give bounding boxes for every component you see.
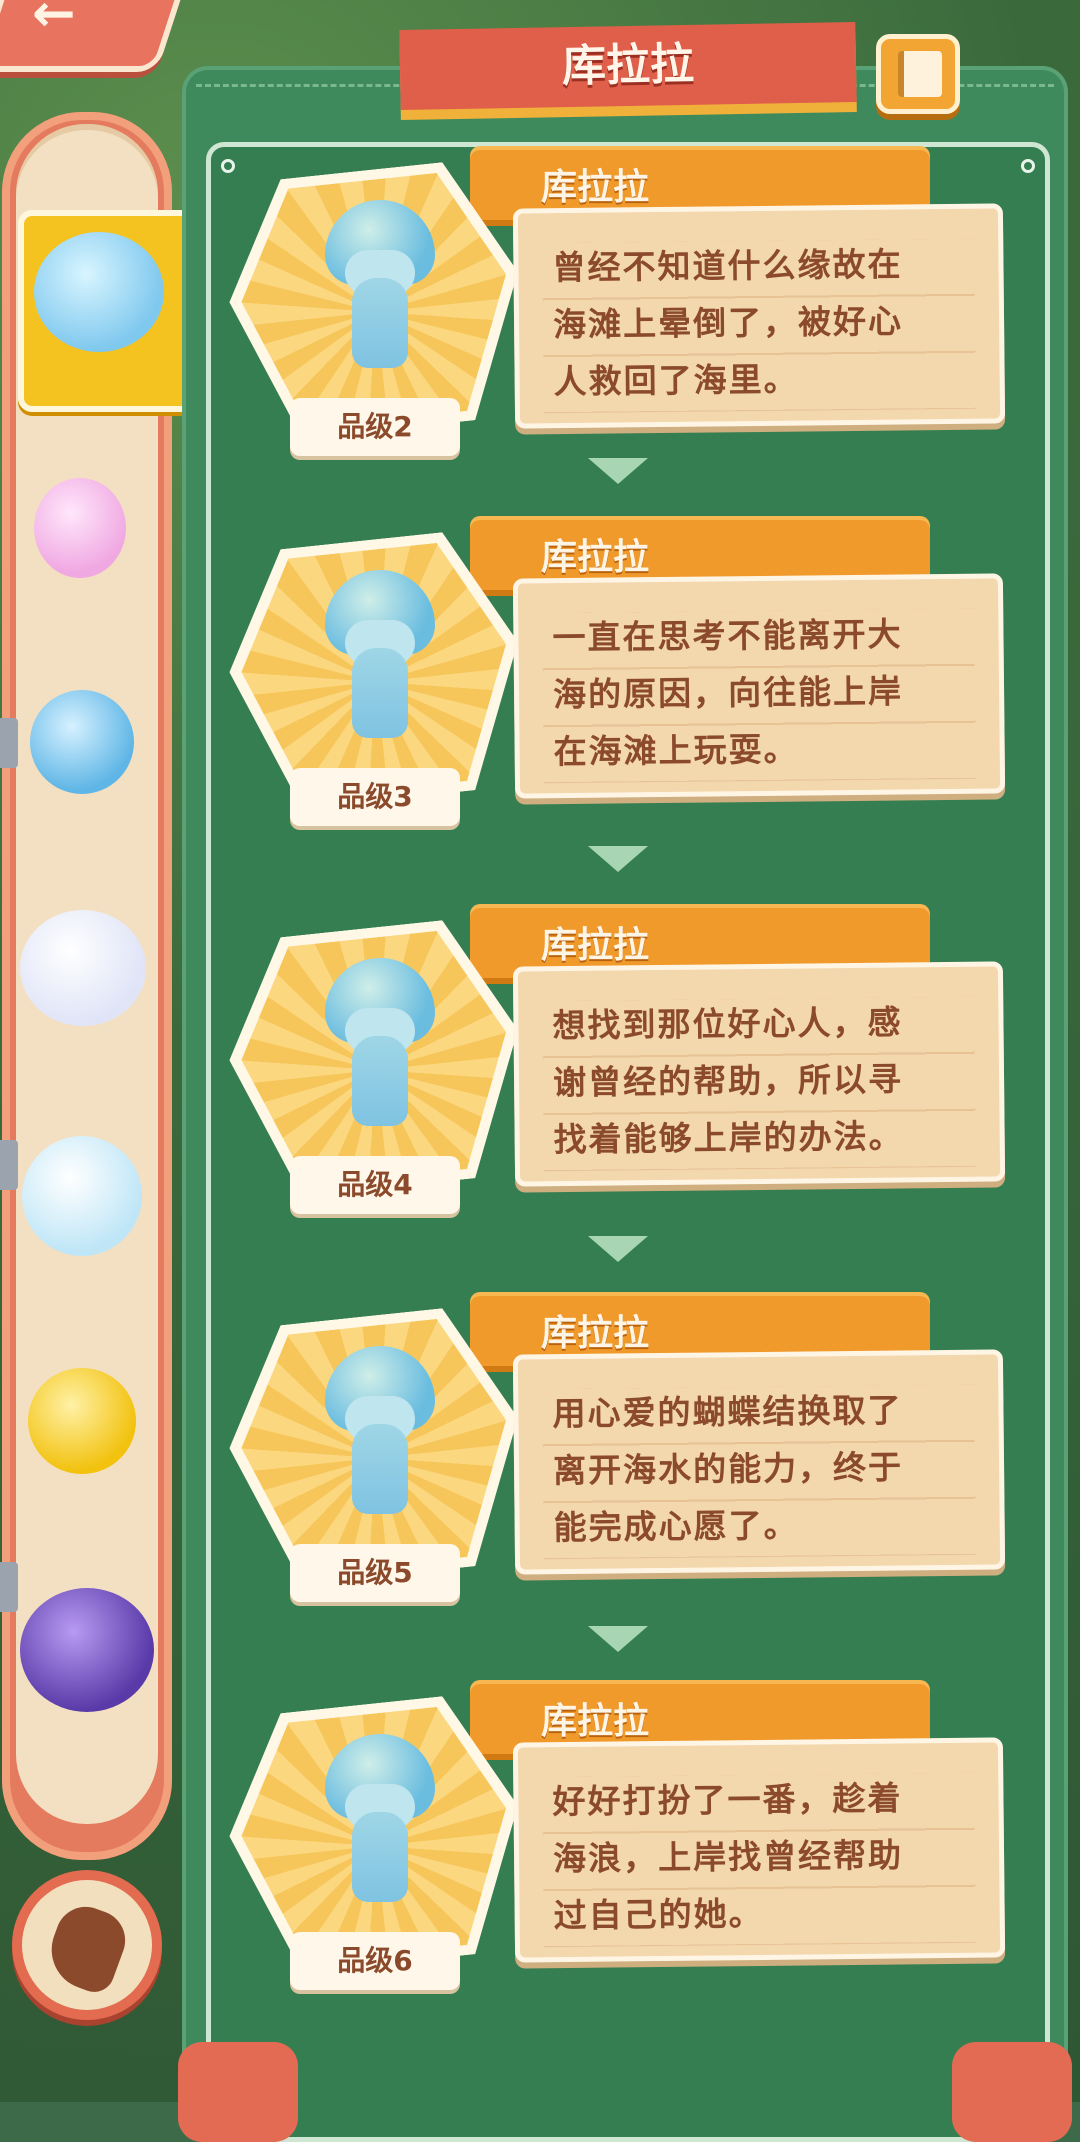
description-text: 好好打扮了一番，趁着 海浪，上岸找曾经帮助 过自己的她。 [552,1769,974,1944]
grade-card: 库拉拉 一直在思考不能离开大 海的原因，向往能上岸 在海滩上玩耍。 品级3 [220,520,1020,840]
description-line: 离开海水的能力，终于 [552,1447,904,1491]
description-line: 海浪，上岸找曾经帮助 [552,1835,904,1879]
description-box: 一直在思考不能离开大 海的原因，向往能上岸 在海滩上玩耍。 [512,573,1006,799]
winged-ghost-pet-icon[interactable] [20,910,146,1026]
grade-label: 品级4 [290,1156,460,1214]
interact-button[interactable] [12,1870,162,2020]
description-text: 用心爱的蝴蝶结换取了 离开海水的能力，终于 能完成心愿了。 [552,1381,974,1556]
description-box: 想找到那位好心人，感 谢曾经的帮助，所以寻 找着能够上岸的办法。 [512,961,1006,1187]
grade-label: 品级6 [290,1932,460,1990]
description-box: 好好打扮了一番，趁着 海浪，上岸找曾经帮助 过自己的她。 [512,1737,1006,1963]
pink-dragon-pet-icon[interactable] [34,478,126,578]
description-line: 在海滩上玩耍。 [553,729,799,772]
card-name: 库拉拉 [540,1313,649,1354]
panel-corner [178,2042,298,2142]
grade-label: 品级5 [290,1544,460,1602]
character-body [352,278,408,368]
antler-spirit-pet-icon[interactable] [22,1136,142,1256]
description-text: 一直在思考不能离开大 海的原因，向往能上岸 在海滩上玩耍。 [552,605,974,780]
title-banner: 库拉拉 [399,22,857,110]
blue-seahorse-pet-icon[interactable] [30,690,134,794]
description-text: 曾经不知道什么缘故在 海滩上晕倒了，被好心 人救回了海里。 [552,235,974,410]
description-box: 用心爱的蝴蝶结换取了 离开海水的能力，终于 能完成心愿了。 [512,1349,1006,1575]
sidebar-hinge [0,718,18,768]
grade-label: 品级3 [290,768,460,826]
character-body [352,1812,408,1902]
card-name: 库拉拉 [540,167,649,208]
character-body [352,648,408,738]
description-text: 想找到那位好心人，感 谢曾经的帮助，所以寻 找着能够上岸的办法。 [552,993,974,1168]
book-button[interactable] [876,34,960,114]
grade-label: 品级2 [290,398,460,456]
jellyfish-pet-icon[interactable] [34,232,164,352]
grade-card: 库拉拉 用心爱的蝴蝶结换取了 离开海水的能力，终于 能完成心愿了。 品级5 [220,1296,1020,1616]
card-name: 库拉拉 [540,1701,649,1742]
description-line: 一直在思考不能离开大 [552,614,903,658]
description-line: 好好打扮了一番，趁着 [552,1778,903,1822]
back-arrow-icon: ← [32,0,76,44]
sidebar-hinge [0,1562,18,1612]
panel-corner [952,2042,1072,2142]
hand-icon [40,1898,134,1998]
description-line: 用心爱的蝴蝶结换取了 [552,1390,903,1434]
character-body [352,1036,408,1126]
description-line: 海滩上晕倒了，被好心 [552,301,904,345]
book-icon [898,51,942,97]
grade-card: 库拉拉 曾经不知道什么缘故在 海滩上晕倒了，被好心 人救回了海里。 品级2 [220,150,1020,470]
purple-cat-pet-icon[interactable] [20,1588,154,1712]
rivet-icon [1021,159,1035,173]
character-body [352,1424,408,1514]
card-name: 库拉拉 [540,925,649,966]
grade-card: 库拉拉 好好打扮了一番，趁着 海浪，上岸找曾经帮助 过自己的她。 品级6 [220,1684,1020,2004]
description-line: 曾经不知道什么缘故在 [552,244,903,288]
card-name: 库拉拉 [540,537,649,578]
description-line: 谢曾经的帮助，所以寻 [552,1059,904,1103]
description-line: 找着能够上岸的办法。 [553,1116,904,1160]
sidebar-hinge [0,1140,18,1190]
page-title: 库拉拉 [561,38,695,93]
description-line: 过自己的她。 [553,1893,764,1936]
yellow-duck-pet-icon[interactable] [28,1368,136,1474]
description-line: 能完成心愿了。 [553,1505,799,1548]
grade-card: 库拉拉 想找到那位好心人，感 谢曾经的帮助，所以寻 找着能够上岸的办法。 品级4 [220,908,1020,1228]
description-box: 曾经不知道什么缘故在 海滩上晕倒了，被好心 人救回了海里。 [512,203,1006,429]
description-line: 想找到那位好心人，感 [552,1002,903,1046]
description-line: 海的原因，向往能上岸 [552,671,904,715]
description-line: 人救回了海里。 [553,359,799,402]
